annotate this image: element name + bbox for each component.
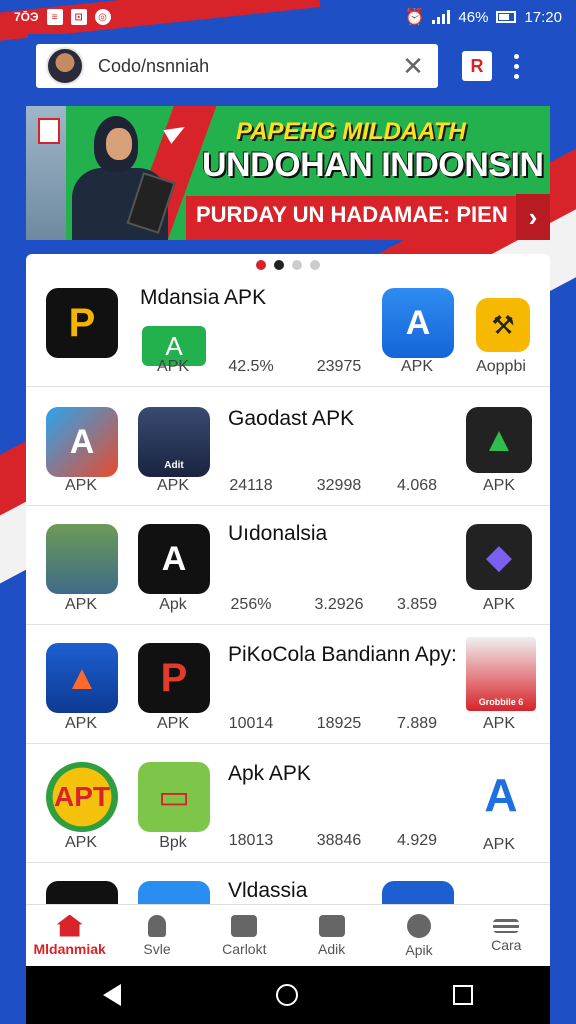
clock: 17:20 bbox=[524, 8, 562, 26]
alarm-icon: ⏰ bbox=[404, 9, 425, 26]
stat-value: 24118 bbox=[229, 477, 273, 494]
nav-home[interactable]: Mldanmiak bbox=[26, 905, 113, 966]
app-title: Apk APK bbox=[228, 762, 311, 785]
app-caption: Bpk bbox=[159, 834, 187, 851]
notification-icon: ⊡ bbox=[70, 9, 87, 25]
app-caption: APK bbox=[482, 715, 515, 732]
close-icon[interactable]: ✕ bbox=[398, 51, 428, 82]
app-title: Gaodast APK bbox=[228, 407, 355, 430]
app-caption: APK bbox=[482, 596, 515, 613]
banner-title: UNDOHAN INDONSIN bbox=[202, 146, 544, 184]
stat-value: 3.859 bbox=[396, 596, 438, 613]
app-caption: APK bbox=[156, 715, 189, 732]
nav-apik[interactable]: Apik bbox=[375, 905, 462, 966]
stat-value: 256% bbox=[230, 596, 272, 613]
notification-icon: ≡ bbox=[46, 9, 63, 25]
lock-icon bbox=[147, 914, 166, 937]
nav-svle[interactable]: Svle bbox=[113, 905, 200, 966]
search-bar[interactable]: Codo/nsnniah ✕ bbox=[36, 44, 438, 88]
list-item[interactable]: ▲ APK P APK PiKoCola Bandiann Apy: 10014… bbox=[26, 625, 550, 744]
app-list: P Mdansia APK A APK 42.5% 23975 A APK ⚒ … bbox=[26, 254, 550, 966]
brand-logo-button[interactable]: R bbox=[462, 51, 492, 81]
menu-icon bbox=[493, 918, 520, 933]
more-options-icon[interactable] bbox=[514, 53, 519, 79]
p-logo-icon[interactable]: P bbox=[138, 643, 210, 713]
stat-value: 23975 bbox=[316, 358, 362, 375]
app-title: Vldassia bbox=[228, 879, 308, 902]
nav-adik[interactable]: Adik bbox=[288, 905, 375, 966]
stat-value: 38846 bbox=[316, 832, 362, 849]
list-item[interactable]: P Mdansia APK A APK 42.5% 23975 A APK ⚒ … bbox=[26, 268, 550, 387]
cart-icon bbox=[231, 914, 258, 937]
bottom-navigation: Mldanmiak Svle Carlokt Adik Apik Cara bbox=[26, 904, 550, 966]
chevron-right-icon[interactable]: › bbox=[516, 194, 550, 240]
app-caption: Aoppbi bbox=[476, 358, 526, 375]
app-caption: APK bbox=[156, 358, 189, 375]
app-caption: APK bbox=[156, 477, 189, 494]
recents-icon[interactable] bbox=[452, 985, 473, 1005]
signal-icon bbox=[432, 10, 451, 24]
notification-icon: 7ŌЭ bbox=[14, 10, 39, 24]
app-title: Mdansia APK bbox=[140, 286, 267, 309]
app-caption: Apk bbox=[159, 596, 187, 613]
app-caption: APK bbox=[64, 715, 97, 732]
search-input[interactable]: Codo/nsnniah bbox=[98, 56, 398, 77]
battery-percent: 46% bbox=[458, 8, 489, 26]
a-logo-icon[interactable]: A bbox=[466, 762, 536, 828]
stat-value: 3.2926 bbox=[314, 596, 364, 613]
green-logo-icon[interactable]: ▲ bbox=[466, 407, 532, 473]
person-app-icon[interactable] bbox=[46, 524, 118, 594]
stat-value: 4.068 bbox=[396, 477, 438, 494]
play-logo-icon[interactable]: ◆ bbox=[466, 524, 532, 590]
banner-subtitle: PURDAY UN HADAMAE: PIEN bbox=[196, 202, 508, 227]
list-item[interactable]: APK A Apk Uıdonalsia 256% 3.2926 3.859 ◆… bbox=[26, 506, 550, 625]
list-item[interactable]: A APK Adit APK Gaodast APK 24118 32998 4… bbox=[26, 387, 550, 506]
triangle-app-icon[interactable]: A bbox=[46, 407, 118, 477]
sign-app-icon[interactable]: ▭ bbox=[138, 762, 210, 832]
avatar[interactable] bbox=[46, 47, 84, 85]
stat-value: 42.5% bbox=[228, 358, 274, 375]
nav-cara[interactable]: Cara bbox=[463, 905, 550, 966]
badge-icon bbox=[38, 118, 60, 144]
system-navigation bbox=[26, 966, 550, 1024]
app-title: Uıdonalsia bbox=[228, 522, 328, 545]
apt-logo-icon[interactable]: APT bbox=[46, 762, 118, 832]
tool-icon[interactable]: ⚒ bbox=[476, 298, 530, 352]
stat-value: 18013 bbox=[228, 832, 274, 849]
app-caption: APK bbox=[400, 358, 433, 375]
globe-icon bbox=[406, 913, 431, 938]
app-store-icon[interactable]: A bbox=[382, 288, 454, 358]
app-caption: APK bbox=[64, 596, 97, 613]
person-app-icon[interactable]: Adit bbox=[138, 407, 210, 477]
app-title: PiKoCola Bandiann Apy: bbox=[228, 643, 457, 666]
app-bar: Codo/nsnniah ✕ R bbox=[28, 34, 550, 98]
home-circle-icon[interactable] bbox=[275, 984, 298, 1006]
nav-carlokt[interactable]: Carlokt bbox=[201, 905, 288, 966]
stat-value: 7.889 bbox=[396, 715, 438, 732]
promo-banner[interactable]: PAPEHG MILDAATH UNDOHAN INDONSIN PURDAY … bbox=[26, 106, 550, 240]
status-bar: 7ŌЭ ≡ ⊡ ◎ ⏰ 46% 17:20 bbox=[0, 0, 576, 34]
stat-value: 18925 bbox=[316, 715, 362, 732]
app-caption: APK bbox=[482, 836, 515, 853]
notification-icon: ◎ bbox=[94, 9, 111, 25]
a-logo-icon[interactable]: A bbox=[138, 524, 210, 594]
home-icon bbox=[56, 914, 83, 937]
battery-icon bbox=[496, 11, 517, 23]
p-logo-icon[interactable]: P bbox=[46, 288, 118, 358]
stat-value: 32998 bbox=[316, 477, 362, 494]
app-caption: APK bbox=[64, 834, 97, 851]
back-icon[interactable] bbox=[103, 984, 122, 1006]
app-caption: APK bbox=[482, 477, 515, 494]
stat-value: 10014 bbox=[228, 715, 274, 732]
stat-value: 4.929 bbox=[396, 832, 438, 849]
swap-icon bbox=[318, 914, 345, 937]
triangle-app-icon[interactable]: ▲ bbox=[46, 643, 118, 713]
banner-headline: PAPEHG MILDAATH bbox=[236, 118, 466, 145]
list-item[interactable]: APT APK ▭ Bpk Apk APK 18013 38846 4.929 … bbox=[26, 744, 550, 863]
carousel-indicator[interactable] bbox=[256, 260, 320, 270]
person-app-icon[interactable]: Grobbile 6 bbox=[466, 637, 536, 711]
app-caption: APK bbox=[64, 477, 97, 494]
